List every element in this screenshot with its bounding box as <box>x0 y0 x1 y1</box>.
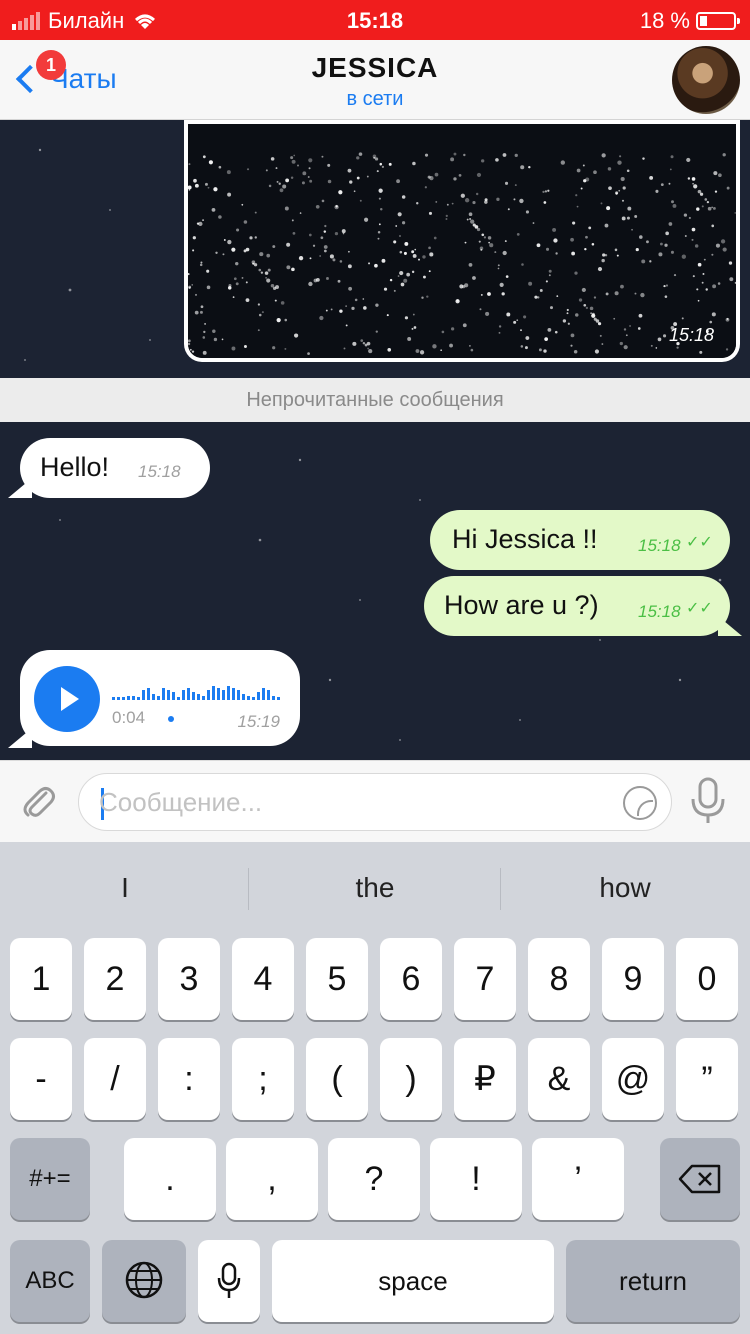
message-outgoing[interactable]: Hi Jessica !! 15:18 ✓✓ <box>430 510 730 570</box>
photo-time: 15:18 <box>668 325 714 345</box>
battery-icon <box>696 12 740 30</box>
key-colon[interactable]: : <box>158 1038 220 1120</box>
key-2[interactable]: 2 <box>84 938 146 1020</box>
key-symbols-toggle[interactable]: #+= <box>10 1138 90 1220</box>
key-5[interactable]: 5 <box>306 938 368 1020</box>
return-key[interactable]: return <box>566 1240 740 1322</box>
read-checkmarks-icon: ✓✓ <box>686 600 713 617</box>
message-incoming[interactable]: Hello! 15:18 <box>20 438 210 498</box>
key-comma[interactable]: , <box>226 1138 318 1220</box>
key-semicolon[interactable]: ; <box>232 1038 294 1120</box>
key-7[interactable]: 7 <box>454 938 516 1020</box>
suggestion-divider <box>248 868 249 910</box>
photo-image: 15:18 <box>188 124 736 358</box>
message-time: 15:18 <box>638 536 681 555</box>
unplayed-dot <box>168 716 174 722</box>
paperclip-icon[interactable] <box>18 781 58 821</box>
key-0[interactable]: 0 <box>676 938 738 1020</box>
message-text: How are u ?) <box>444 590 599 620</box>
message-time: 15:19 <box>237 712 280 731</box>
avatar[interactable] <box>672 46 740 114</box>
dictation-key[interactable] <box>198 1240 260 1322</box>
play-icon[interactable] <box>34 666 100 732</box>
backspace-key[interactable] <box>660 1138 740 1220</box>
message-input[interactable] <box>99 784 609 820</box>
contact-name[interactable]: JESSICA <box>0 52 750 84</box>
chat-area[interactable]: 15:18 Непрочитанные сообщения Hello! 15:… <box>0 120 750 760</box>
battery-percent: 18 % <box>639 8 690 33</box>
message-time: 15:18 <box>138 462 181 481</box>
key-exclamation[interactable]: ! <box>430 1138 522 1220</box>
key-4[interactable]: 4 <box>232 938 294 1020</box>
voice-duration: 0:04 <box>112 708 146 727</box>
space-key[interactable]: space <box>272 1240 554 1322</box>
suggestion-item[interactable]: I <box>0 842 250 934</box>
key-close-paren[interactable]: ) <box>380 1038 442 1120</box>
key-question[interactable]: ? <box>328 1138 420 1220</box>
message-field[interactable] <box>78 773 672 831</box>
backspace-icon <box>678 1164 721 1194</box>
message-input-bar <box>0 760 750 842</box>
key-9[interactable]: 9 <box>602 938 664 1020</box>
contact-status: в сети <box>346 88 404 110</box>
photo-message[interactable]: 15:18 <box>184 120 740 362</box>
unread-divider: Непрочитанные сообщения <box>0 378 750 422</box>
suggestion-item[interactable]: the <box>250 842 500 934</box>
sticker-icon[interactable] <box>623 786 657 820</box>
key-at[interactable]: @ <box>602 1038 664 1120</box>
status-time: 15:18 <box>346 8 404 33</box>
globe-key[interactable] <box>102 1240 186 1322</box>
read-checkmarks-icon: ✓✓ <box>686 534 713 551</box>
key-period[interactable]: . <box>124 1138 216 1220</box>
microphone-icon[interactable] <box>688 777 728 825</box>
key-apostrophe[interactable]: ’ <box>532 1138 624 1220</box>
message-time: 15:18 <box>638 602 681 621</box>
waveform[interactable] <box>112 672 282 702</box>
status-bar: Билайн 15:18 18 % <box>0 0 750 40</box>
key-3[interactable]: 3 <box>158 938 220 1020</box>
suggestion-bar: I the how <box>0 842 750 934</box>
abc-key[interactable]: ABC <box>10 1240 90 1322</box>
keyboard: I the how 1 2 3 4 5 6 7 8 9 0 - / : ; ( … <box>0 842 750 1334</box>
key-slash[interactable]: / <box>84 1038 146 1120</box>
globe-icon <box>125 1261 163 1299</box>
key-quote[interactable]: ” <box>676 1038 738 1120</box>
message-text: Hi Jessica !! <box>452 524 598 554</box>
battery-info: 18 % <box>639 8 740 34</box>
voice-message[interactable]: 0:04 15:19 <box>20 650 300 746</box>
chat-header: Чаты 1 JESSICA в сети <box>0 40 750 120</box>
message-outgoing[interactable]: How are u ?) 15:18 ✓✓ <box>424 576 730 636</box>
key-open-paren[interactable]: ( <box>306 1038 368 1120</box>
key-ruble[interactable]: ₽ <box>454 1038 516 1120</box>
key-1[interactable]: 1 <box>10 938 72 1020</box>
message-text: Hello! <box>40 452 110 482</box>
suggestion-item[interactable]: how <box>500 842 750 934</box>
microphone-icon <box>217 1262 241 1298</box>
key-dash[interactable]: - <box>10 1038 72 1120</box>
concert-photo <box>188 124 736 358</box>
key-6[interactable]: 6 <box>380 938 442 1020</box>
key-8[interactable]: 8 <box>528 938 590 1020</box>
key-ampersand[interactable]: & <box>528 1038 590 1120</box>
